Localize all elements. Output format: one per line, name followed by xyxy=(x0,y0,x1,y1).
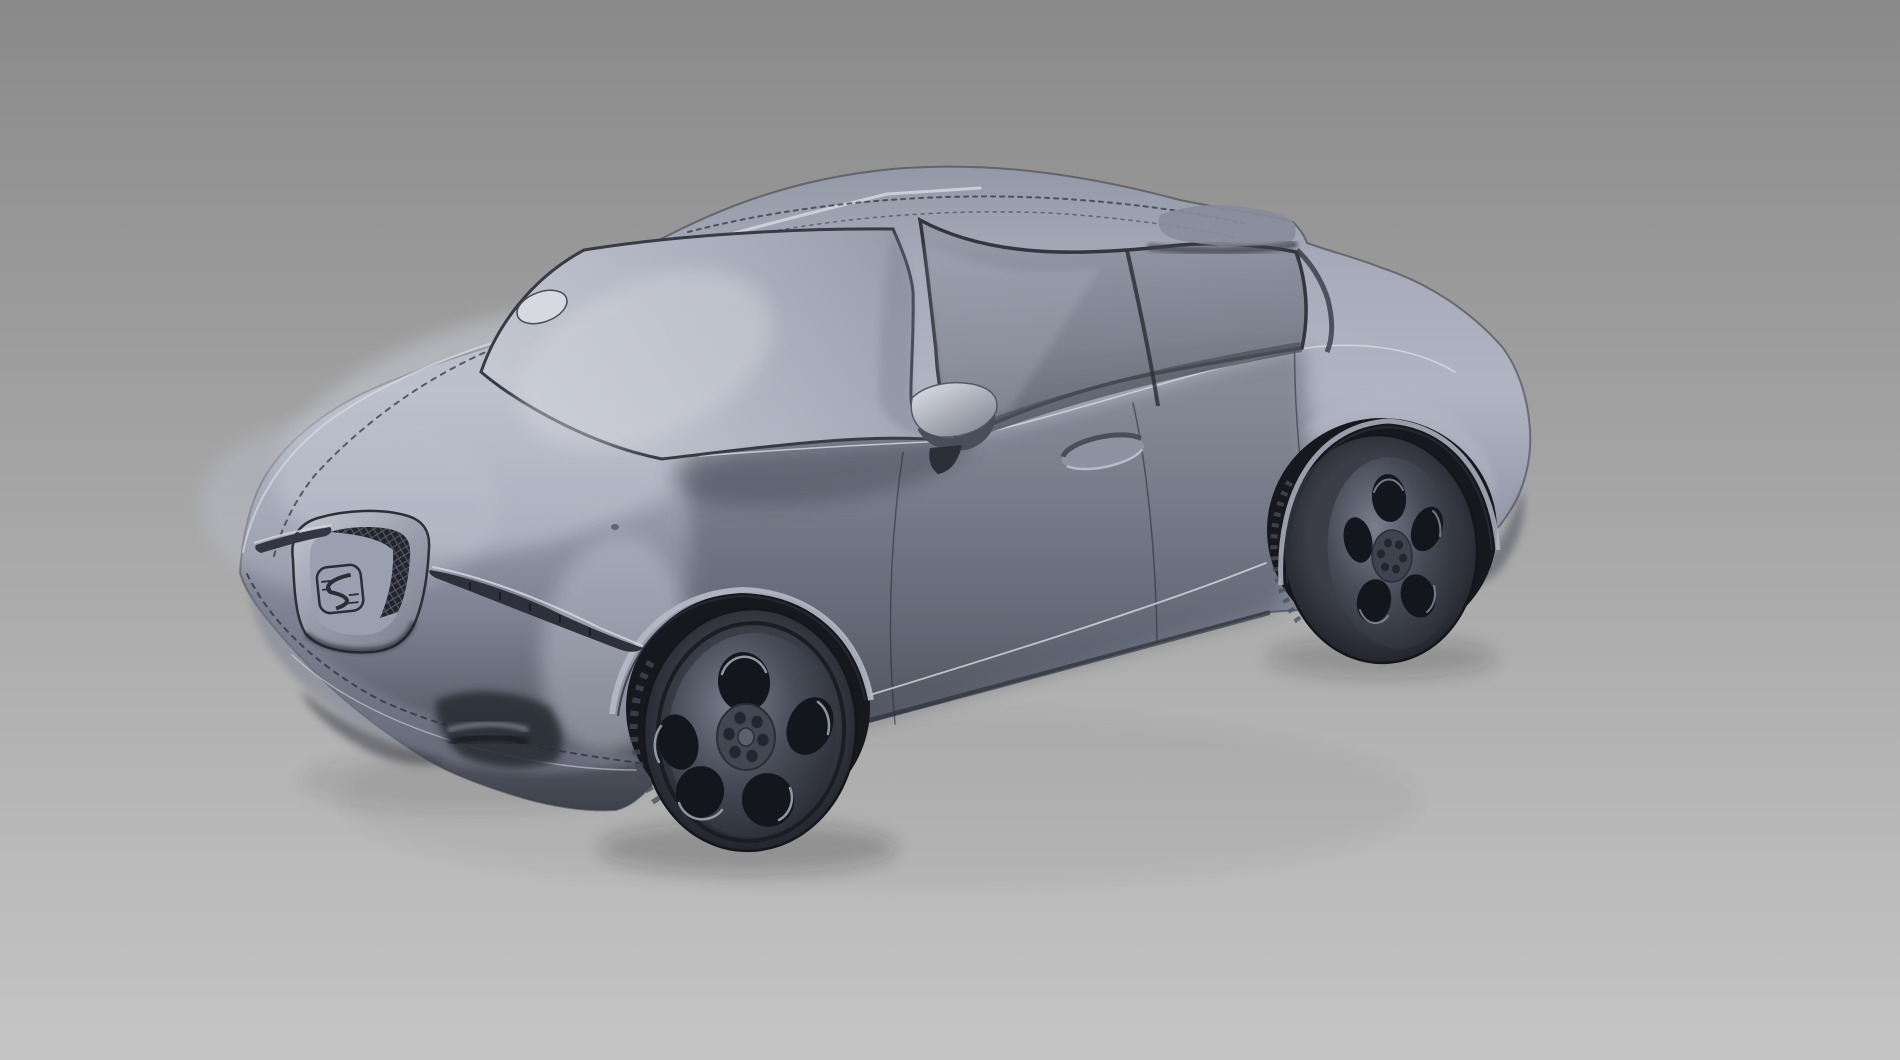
rear-hub xyxy=(1372,530,1412,582)
viewport-3d[interactable] xyxy=(0,0,1900,1060)
render-canvas xyxy=(0,0,1900,1060)
front-hub xyxy=(717,704,775,770)
